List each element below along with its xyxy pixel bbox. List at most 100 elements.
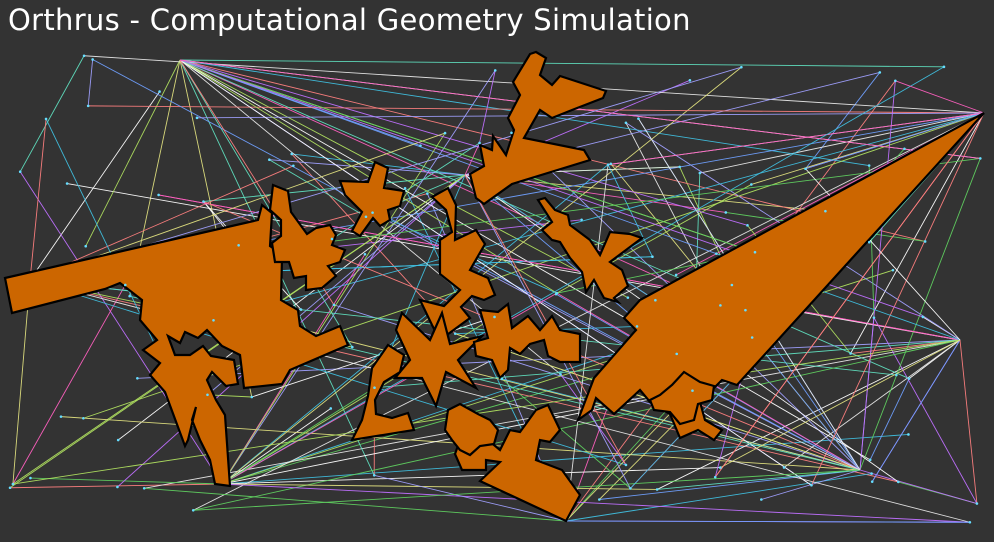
graph-vertex: [86, 104, 90, 108]
graph-vertex: [635, 325, 639, 328]
graph-vertex: [730, 283, 734, 287]
graph-vertex: [237, 243, 240, 247]
graph-vertex: [116, 438, 120, 442]
graph-vertex: [894, 79, 897, 83]
graph-vertex: [351, 345, 354, 349]
graph-vertex: [91, 58, 94, 61]
graph-vertex: [82, 416, 85, 420]
graph-vertex: [896, 480, 900, 484]
graph-vertex: [116, 485, 119, 489]
graph-vertex: [688, 79, 692, 82]
graph-vertex: [872, 316, 876, 319]
graph-vertex: [750, 183, 753, 186]
graph-vertex: [493, 69, 497, 72]
graph-vertex: [698, 171, 702, 175]
graph-vertex: [329, 407, 333, 410]
graph-vertex: [268, 158, 271, 162]
graph-vertex: [715, 252, 718, 255]
graph-vertex: [867, 164, 871, 167]
graph-vertex: [895, 373, 898, 377]
geometry-canvas[interactable]: [0, 0, 994, 542]
graph-vertex: [746, 224, 749, 227]
graph-vertex: [443, 131, 447, 135]
graph-vertex: [691, 389, 694, 392]
graph-vertex: [624, 463, 628, 467]
graph-vertex: [11, 482, 15, 486]
graph-vertex: [810, 483, 813, 487]
graph-vertex: [968, 520, 972, 524]
graph-edge: [565, 520, 970, 523]
graph-edge: [12, 284, 126, 485]
graph-vertex: [84, 244, 88, 248]
graph-vertex: [870, 472, 873, 475]
graph-vertex: [942, 65, 946, 69]
graph-vertex: [760, 498, 763, 501]
graph-vertex: [637, 117, 640, 120]
graph-vertex: [206, 393, 209, 397]
graph-vertex: [419, 144, 422, 147]
graph-vertex: [626, 296, 630, 299]
graph-vertex: [555, 291, 559, 295]
graph-vertex: [713, 475, 717, 479]
graph-edge: [19, 55, 85, 172]
graph-vertex: [478, 141, 481, 145]
graph-edge: [197, 112, 985, 119]
graph-vertex: [123, 283, 127, 287]
obstacle-polygon: [472, 301, 582, 380]
graph-vertex: [629, 487, 632, 490]
obstacle-polygon: [392, 309, 486, 409]
graph-vertex: [364, 215, 368, 219]
graph-vertex: [598, 498, 601, 501]
graph-vertex: [142, 486, 146, 490]
graph-vertex: [453, 332, 457, 335]
graph-vertex: [500, 377, 504, 381]
graph-vertex: [655, 488, 659, 491]
graph-vertex: [290, 152, 294, 156]
graph-vertex: [907, 377, 911, 380]
graph-edge: [29, 118, 47, 281]
obstacle-polygon: [338, 160, 406, 238]
graph-vertex: [891, 268, 895, 272]
graph-vertex: [44, 117, 48, 121]
graph-vertex: [371, 211, 374, 214]
graph-vertex: [250, 395, 254, 399]
graph-vertex: [651, 255, 654, 259]
graph-vertex: [719, 466, 722, 469]
graph-vertex: [299, 308, 303, 311]
graph-vertex: [332, 303, 336, 307]
graph-vertex: [804, 167, 807, 171]
graph-vertex: [975, 502, 979, 505]
graph-vertex: [510, 131, 513, 135]
graph-vertex: [868, 458, 872, 462]
graph-vertex: [674, 273, 678, 277]
graph-vertex: [59, 415, 63, 418]
graph-vertex: [18, 170, 22, 173]
graph-vertex: [426, 192, 429, 195]
graph-vertex: [849, 352, 852, 355]
graph-vertex: [744, 308, 747, 312]
graph-vertex: [867, 240, 871, 244]
graph-vertex: [753, 250, 757, 254]
graph-vertex: [158, 90, 161, 93]
graph-vertex: [878, 71, 882, 74]
graph-vertex: [724, 211, 728, 214]
graph-edge: [269, 159, 466, 176]
graph-vertex: [654, 298, 657, 302]
graph-vertex: [923, 240, 927, 243]
graph-vertex: [29, 476, 32, 480]
graph-vertex: [191, 509, 195, 512]
graph-vertex: [82, 54, 86, 58]
graph-vertex: [292, 164, 295, 168]
graph-vertex: [678, 165, 681, 169]
graph-vertex: [493, 315, 496, 319]
graph-vertex: [212, 318, 215, 322]
graph-edge: [179, 59, 944, 68]
graph-vertex: [65, 182, 69, 185]
graph-vertex: [609, 162, 613, 166]
graph-edge: [859, 80, 896, 471]
graph-vertex: [373, 386, 376, 390]
graph-vertex: [363, 252, 367, 256]
graph-edge: [179, 59, 748, 226]
graph-vertex: [128, 294, 131, 298]
graph-edge: [959, 339, 978, 504]
